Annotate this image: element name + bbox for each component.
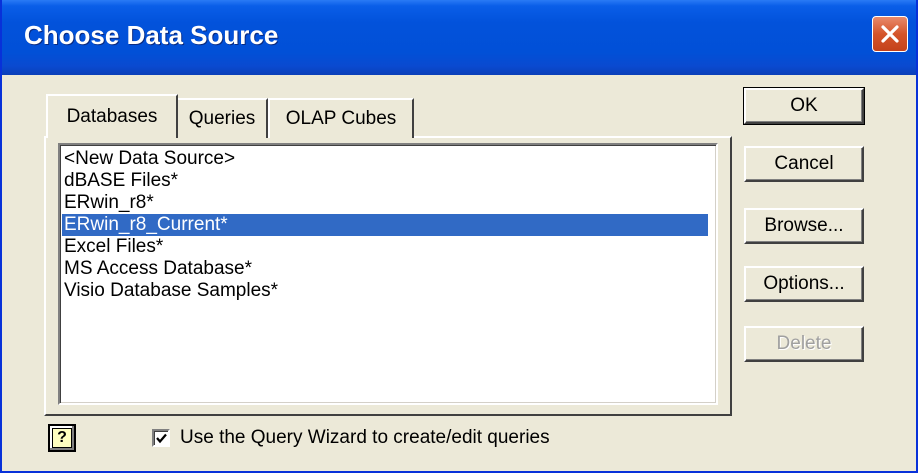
tab-databases-label: Databases	[66, 106, 158, 127]
list-item[interactable]: ERwin_r8*	[62, 192, 708, 214]
ok-button[interactable]: OK	[743, 87, 865, 125]
list-item-selected[interactable]: ERwin_r8_Current*	[62, 214, 708, 236]
list-item[interactable]: dBASE Files*	[62, 170, 708, 192]
tab-databases[interactable]: Databases	[46, 94, 178, 138]
dialog-title: Choose Data Source	[24, 20, 279, 50]
query-wizard-label[interactable]: Use the Query Wizard to create/edit quer…	[180, 427, 550, 449]
tab-olap-cubes-label: OLAP Cubes	[285, 108, 397, 129]
data-source-list[interactable]: <New Data Source> dBASE Files* ERwin_r8*…	[58, 143, 718, 405]
close-icon	[881, 25, 899, 43]
browse-button[interactable]: Browse...	[744, 208, 864, 244]
help-button[interactable]: ?	[48, 424, 76, 452]
list-item[interactable]: Visio Database Samples*	[62, 280, 708, 302]
tab-olap-cubes[interactable]: OLAP Cubes	[268, 98, 414, 138]
query-wizard-checkbox[interactable]	[152, 429, 170, 447]
help-icon: ?	[52, 428, 72, 448]
delete-button[interactable]: Delete	[744, 326, 864, 362]
list-item[interactable]: Excel Files*	[62, 236, 708, 258]
list-item[interactable]: MS Access Database*	[62, 258, 708, 280]
list-item[interactable]: <New Data Source>	[62, 148, 708, 170]
tab-queries[interactable]: Queries	[176, 98, 268, 138]
choose-data-source-dialog: Choose Data Source Databases Queries OLA…	[0, 0, 918, 473]
cancel-button[interactable]: Cancel	[744, 146, 864, 182]
options-button[interactable]: Options...	[744, 266, 864, 302]
checkmark-icon	[155, 433, 167, 443]
title-bar[interactable]: Choose Data Source	[2, 0, 916, 75]
close-button[interactable]	[872, 16, 908, 52]
tab-queries-label: Queries	[188, 108, 256, 129]
